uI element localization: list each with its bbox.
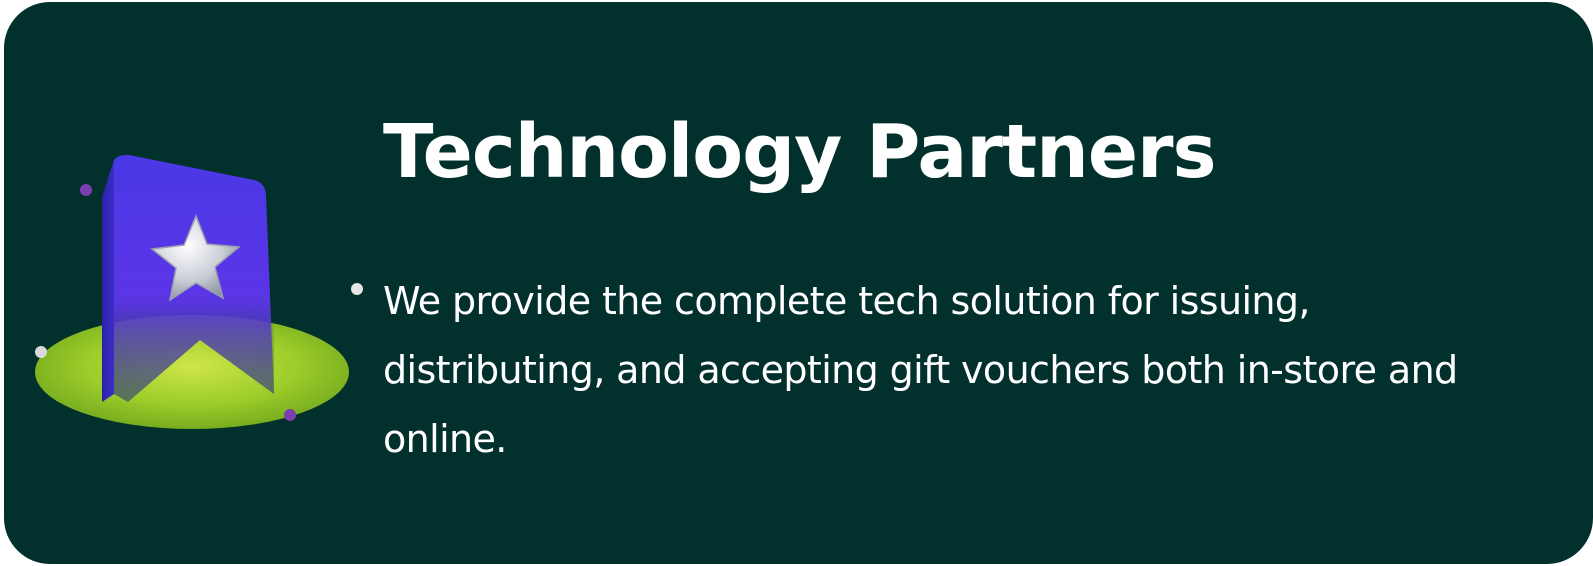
accent-dot xyxy=(80,184,92,196)
bookmark-badge-illustration xyxy=(35,154,349,429)
bullet-dot xyxy=(351,283,363,295)
technology-partners-card: Technology Partners We provide the compl… xyxy=(4,2,1593,564)
card-title: Technology Partners xyxy=(383,109,1217,195)
accent-dot xyxy=(35,346,47,358)
accent-dot xyxy=(284,409,296,421)
card-description: We provide the complete tech solution fo… xyxy=(383,279,1458,461)
